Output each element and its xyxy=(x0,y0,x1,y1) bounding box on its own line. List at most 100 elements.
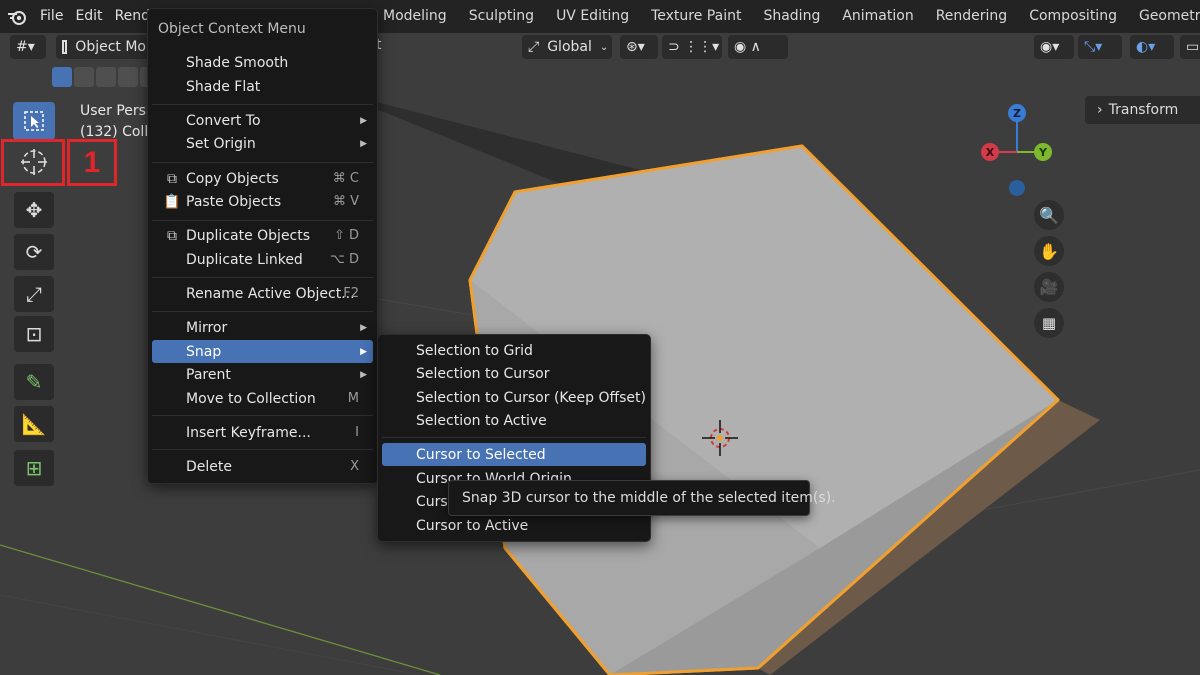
orientation-dropdown[interactable]: ⤢ Global ⌄ xyxy=(522,35,612,59)
select-invert-icon[interactable] xyxy=(118,67,138,87)
menu-item-label: Shade Smooth xyxy=(186,54,289,71)
select-subtract-icon[interactable] xyxy=(96,67,116,87)
submenu-arrow-icon: ▶ xyxy=(360,346,367,357)
transform-icon: ⊡ xyxy=(25,322,43,346)
mode-dropdown[interactable]: Object Mo xyxy=(56,35,152,59)
move-tool[interactable]: ✥ xyxy=(10,190,58,230)
menu-item-shade-flat[interactable]: Shade Flat xyxy=(152,75,373,98)
mode-label: Object Mo xyxy=(75,39,146,55)
menu-item-label: Duplicate Objects xyxy=(186,227,311,244)
overlay-toggle-button[interactable]: ◐▾ xyxy=(1130,35,1174,59)
orientation-label: Global xyxy=(547,39,592,55)
cursor-tool-highlight xyxy=(1,139,65,186)
menu-item-label: Selection to Grid xyxy=(416,342,533,359)
tab-modeling[interactable]: Modeling xyxy=(372,0,458,33)
rotate-icon: ⟳ xyxy=(25,240,43,264)
menu-item-label: Selection to Cursor xyxy=(416,365,550,382)
viewport-info: User Persp (132) Colle xyxy=(80,101,157,143)
move-icon: ✥ xyxy=(25,198,43,222)
menu-item-copy-objects[interactable]: ⧉ Copy Objects ⌘ C xyxy=(152,167,373,190)
pan-button[interactable]: ✋ xyxy=(1034,236,1064,266)
shortcut-label: ⌘ C xyxy=(332,171,359,186)
menu-item-rename-active-object[interactable]: Rename Active Object... F2 xyxy=(152,282,373,305)
snap-toggle-button[interactable]: ⊃ ⋮⋮▾ xyxy=(662,35,722,59)
menu-file[interactable]: File xyxy=(34,0,69,33)
scale-icon: ⤢ xyxy=(26,282,42,306)
menu-edit[interactable]: Edit xyxy=(69,0,108,33)
tab-sculpting[interactable]: Sculpting xyxy=(458,0,545,33)
proportional-edit-button[interactable]: ◉ ∧ xyxy=(728,35,788,59)
view-name: User Persp xyxy=(80,103,155,119)
proportional-icon: ◉ ∧ xyxy=(734,39,761,55)
gizmo-toggle-button[interactable]: ⤡▾ xyxy=(1078,35,1122,59)
annotate-tool[interactable]: ✎ xyxy=(10,362,58,402)
context-menu-title: Object Context Menu xyxy=(158,21,306,37)
menu-item-snap[interactable]: Snap ▶ xyxy=(152,340,373,363)
add-cube-tool[interactable]: ⊞ xyxy=(10,448,58,488)
menu-item-selection-to-grid[interactable]: Selection to Grid xyxy=(382,339,646,362)
tab-texture-paint[interactable]: Texture Paint xyxy=(640,0,752,33)
select-new-icon[interactable] xyxy=(52,67,72,87)
select-box-icon xyxy=(24,111,44,131)
visibility-button[interactable]: ◉▾ xyxy=(1034,35,1074,59)
menu-item-label: Paste Objects xyxy=(186,193,282,210)
transform-tool[interactable]: ⊡ xyxy=(10,314,58,354)
tab-compositing[interactable]: Compositing xyxy=(1018,0,1128,33)
shortcut-label: M xyxy=(347,391,359,406)
menu-item-insert-keyframe[interactable]: Insert Keyframe... I xyxy=(152,421,373,444)
magnet-icon: ⊃ ⋮⋮▾ xyxy=(668,39,720,55)
pivot-point-button[interactable]: ⊛▾ xyxy=(620,35,658,59)
menu-item-delete[interactable]: Delete X xyxy=(152,455,373,478)
menu-item-parent[interactable]: Parent ▶ xyxy=(152,363,373,386)
menu-item-mirror[interactable]: Mirror ▶ xyxy=(152,316,373,339)
menu-item-set-origin[interactable]: Set Origin ▶ xyxy=(152,132,373,155)
overlay-icon: ◐▾ xyxy=(1136,39,1156,55)
grid-perspective-icon: ▦ xyxy=(1041,314,1057,332)
menu-item-duplicate-objects[interactable]: ⧉ Duplicate Objects ⇧ D xyxy=(152,224,373,247)
tab-geometry-nodes[interactable]: Geometry Nodes xyxy=(1128,0,1200,33)
menu-item-selection-to-active[interactable]: Selection to Active xyxy=(382,409,646,432)
menu-item-duplicate-linked[interactable]: Duplicate Linked ⌥ D xyxy=(152,248,373,271)
menu-item-cursor-to-active[interactable]: Cursor to Active xyxy=(382,514,646,537)
xray-button[interactable]: ▭ xyxy=(1180,35,1200,59)
tab-shading[interactable]: Shading xyxy=(752,0,831,33)
perspective-toggle-button[interactable]: ▦ xyxy=(1034,308,1064,338)
menu-item-shade-smooth[interactable]: Shade Smooth xyxy=(152,51,373,74)
menu-item-label: Set Origin xyxy=(186,135,256,152)
menu-item-label: Copy Objects xyxy=(186,170,279,187)
select-extend-icon[interactable] xyxy=(74,67,94,87)
workspace-tabs: Modeling Sculpting UV Editing Texture Pa… xyxy=(372,0,1200,33)
tab-rendering[interactable]: Rendering xyxy=(925,0,1019,33)
xray-icon: ▭ xyxy=(1186,39,1200,55)
menu-item-label: Cursor to Active xyxy=(416,517,529,534)
measure-tool[interactable]: 📐 xyxy=(10,404,58,444)
zoom-button[interactable]: 🔍 xyxy=(1034,200,1064,230)
blender-logo-icon[interactable] xyxy=(0,0,34,33)
submenu-arrow-icon: ▶ xyxy=(360,369,367,380)
select-box-tool[interactable] xyxy=(13,102,55,140)
menu-item-paste-objects[interactable]: 📋 Paste Objects ⌘ V xyxy=(152,190,373,213)
x-axis-line xyxy=(0,544,441,675)
annotate-icon: ✎ xyxy=(25,370,43,394)
navigation-gizmo: Z X Y xyxy=(981,104,1052,196)
shortcut-label: ⌘ V xyxy=(332,194,359,209)
shortcut-label: ⌥ D xyxy=(329,252,359,267)
gizmo-z-label: Z xyxy=(1013,107,1021,120)
menu-item-selection-to-cursor[interactable]: Selection to Cursor xyxy=(382,362,646,385)
chevron-right-icon: › xyxy=(1097,102,1103,118)
duplicate-icon: ⧉ xyxy=(167,227,177,244)
tab-uv-editing[interactable]: UV Editing xyxy=(545,0,640,33)
tab-animation[interactable]: Animation xyxy=(831,0,924,33)
transform-panel-tab[interactable]: › Transform xyxy=(1085,96,1200,124)
camera-view-button[interactable]: 🎥 xyxy=(1034,272,1064,302)
rotate-tool[interactable]: ⟳ xyxy=(10,232,58,272)
menu-item-move-to-collection[interactable]: Move to Collection M xyxy=(152,387,373,410)
menu-item-label: Selection to Active xyxy=(416,412,547,429)
scale-tool[interactable]: ⤢ xyxy=(10,274,58,314)
editor-type-button[interactable]: #▾ xyxy=(10,35,46,59)
chevron-down-icon: ⌄ xyxy=(599,41,609,53)
menu-item-convert-to[interactable]: Convert To ▶ xyxy=(152,109,373,132)
menu-item-selection-to-cursor-keep-offset[interactable]: Selection to Cursor (Keep Offset) xyxy=(382,386,646,409)
menu-item-cursor-to-selected[interactable]: Cursor to Selected xyxy=(382,443,646,466)
shortcut-label: F2 xyxy=(343,286,359,301)
